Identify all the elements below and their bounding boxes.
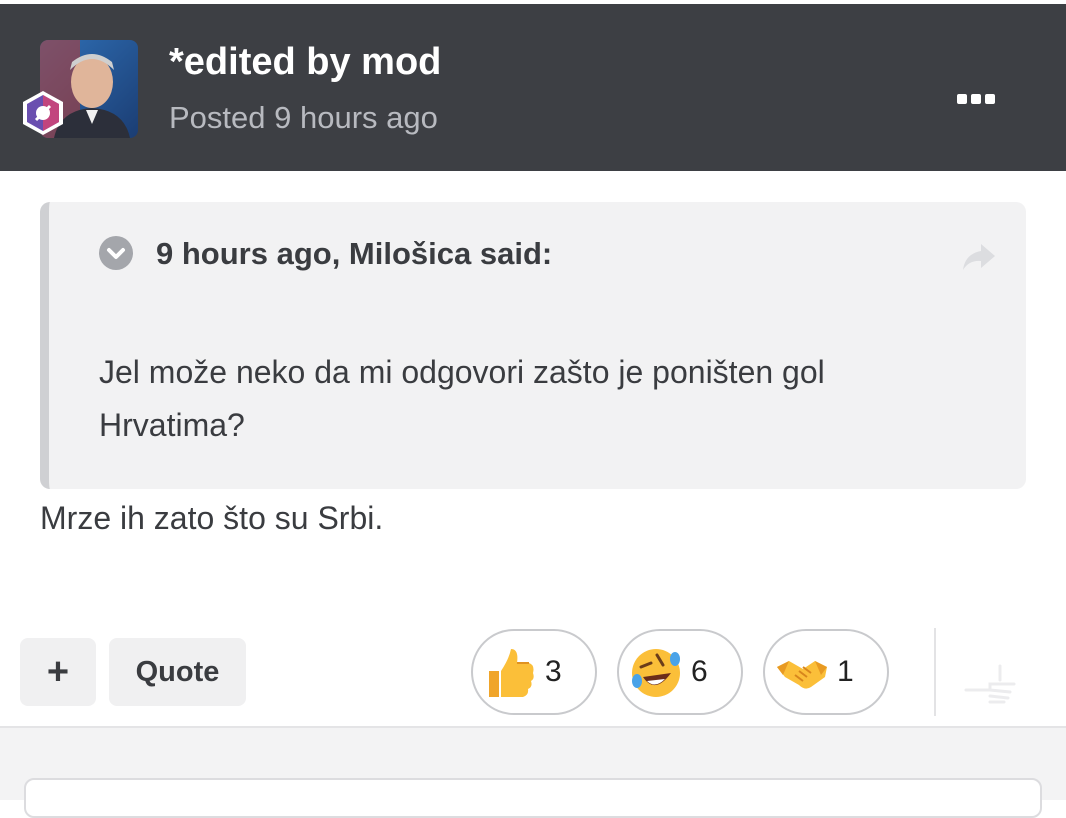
reply-text: Mrze ih zato što su Srbi. bbox=[40, 500, 384, 536]
reaction-count: 6 bbox=[691, 655, 708, 688]
quoted-text: Jel može neko da mi odgovori zašto je po… bbox=[99, 354, 825, 443]
chevron-down-icon[interactable] bbox=[99, 236, 133, 270]
react-hand-icon[interactable] bbox=[960, 660, 1020, 708]
rank-badge-icon bbox=[20, 90, 66, 136]
handshake-icon bbox=[777, 661, 827, 689]
quote-block: 9 hours ago, Milošica said: Jel može nek… bbox=[40, 202, 1026, 489]
reaction-rofl[interactable]: 6 bbox=[617, 629, 743, 715]
post-header: *edited by mod Posted 9 hours ago bbox=[0, 4, 1066, 171]
quote-citation[interactable]: 9 hours ago, Milošica said: bbox=[156, 236, 552, 272]
thumbs-up-icon bbox=[489, 649, 534, 697]
quote-button[interactable]: Quote bbox=[109, 638, 246, 706]
rofl-emoji-icon bbox=[632, 649, 680, 697]
share-arrow-icon[interactable] bbox=[961, 242, 997, 272]
reaction-count: 3 bbox=[545, 655, 562, 688]
more-options-button[interactable] bbox=[948, 84, 1004, 114]
reaction-count: 1 bbox=[837, 655, 854, 688]
reaction-handshake[interactable]: 1 bbox=[763, 629, 889, 715]
reaction-divider bbox=[934, 628, 936, 716]
ellipsis-icon bbox=[957, 94, 967, 104]
add-button[interactable]: + bbox=[20, 638, 96, 706]
reaction-thumbs-up[interactable]: 3 bbox=[471, 629, 597, 715]
ellipsis-dot bbox=[985, 94, 995, 104]
post-timestamp[interactable]: Posted 9 hours ago bbox=[169, 100, 438, 136]
ellipsis-dot bbox=[971, 94, 981, 104]
next-post-card bbox=[24, 778, 1042, 818]
author-name[interactable]: *edited by mod bbox=[169, 41, 441, 84]
